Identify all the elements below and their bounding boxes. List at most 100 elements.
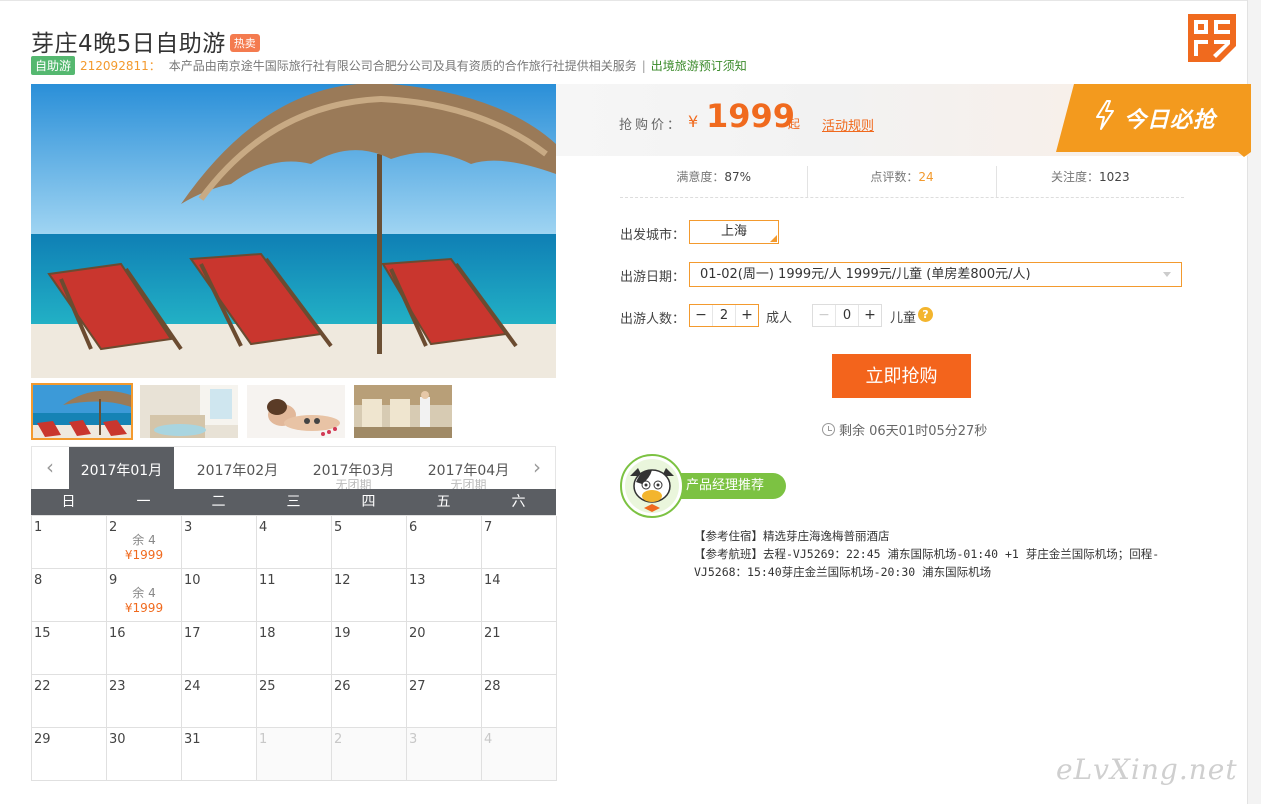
- day-number: 3: [184, 520, 193, 535]
- watermark: eLvXing.net: [1056, 753, 1238, 786]
- day-number: 24: [184, 679, 201, 694]
- day-number: 16: [109, 626, 126, 641]
- countdown: 剩余 06天01时05分27秒: [822, 420, 987, 439]
- calendar-day-cell: 18: [257, 622, 332, 675]
- tab-month-2017-03[interactable]: 2017年03月 无团期: [301, 447, 406, 492]
- satisfaction-value: 87%: [724, 170, 751, 184]
- countdown-text: 剩余 06天01时05分27秒: [839, 424, 988, 439]
- calendar-day-cell: 12: [332, 569, 407, 622]
- adults-unit: 成人: [766, 311, 793, 326]
- day-number: 15: [34, 626, 51, 641]
- children-minus-button[interactable]: −: [813, 305, 835, 326]
- calendar-day-cell: 2: [332, 728, 407, 781]
- reviews-stat[interactable]: 点评数：24: [808, 166, 997, 197]
- calendar-day-cell: 30: [107, 728, 182, 781]
- adults-count[interactable]: 2: [712, 305, 736, 326]
- departure-city-value: 上海: [720, 224, 747, 239]
- day-number: 1: [34, 520, 43, 535]
- day-price: ¥1999: [124, 548, 164, 562]
- thumbnail-beach[interactable]: [31, 383, 133, 440]
- day-number: 18: [259, 626, 276, 641]
- activity-rules-link[interactable]: 活动规则: [822, 115, 874, 134]
- pm-recommend-tag: 产品经理推荐: [676, 473, 786, 499]
- day-number: 13: [409, 573, 426, 588]
- day-number: 26: [334, 679, 351, 694]
- day-number: 6: [409, 520, 418, 535]
- satisfaction-label: 满意度：: [676, 170, 725, 184]
- calendar-day-cell[interactable]: 2余 4 ¥1999: [107, 516, 182, 569]
- weekday-label: 一: [136, 494, 151, 510]
- title-row: 芽庄4晚5日自助游 热卖: [31, 24, 260, 58]
- calendar-day-cell: 31: [182, 728, 257, 781]
- day-number: 10: [184, 573, 201, 588]
- day-number: 3: [409, 732, 418, 747]
- travel-date-select[interactable]: 01-02(周一) 1999元/人 1999元/儿童 (单房差800元/人): [689, 262, 1182, 287]
- day-number: 14: [484, 573, 501, 588]
- calendar-day-cell: 25: [257, 675, 332, 728]
- calendar-day-cell: 14: [482, 569, 557, 622]
- thumbnail-spa[interactable]: [245, 383, 347, 440]
- tour-type-badge: 自助游: [31, 56, 76, 75]
- calendar-day-cell: 3: [182, 516, 257, 569]
- thumbnail-gym[interactable]: [352, 383, 454, 440]
- adults-minus-button[interactable]: −: [690, 305, 712, 326]
- thumbnail-room[interactable]: [138, 383, 240, 440]
- cow-mascot-icon: [620, 454, 684, 518]
- reviews-value[interactable]: 24: [918, 170, 933, 184]
- hot-badge: 热卖: [229, 34, 260, 52]
- children-count[interactable]: 0: [835, 305, 859, 326]
- weekday-label: 六: [511, 494, 526, 510]
- month-tabs: ‹ 2017年01月 2017年02月 2017年03月 无团期 2017年04…: [31, 446, 556, 492]
- day-number: 30: [109, 732, 126, 747]
- travelers-label: 出游人数：: [620, 312, 686, 327]
- calendar-day-cell: 6: [407, 516, 482, 569]
- calendar-day-cell: 22: [32, 675, 107, 728]
- weekday-label: 日: [61, 494, 76, 510]
- day-number: 8: [34, 573, 43, 588]
- calendar-day-cell: 10: [182, 569, 257, 622]
- follows-stat: 关注度：1023: [997, 166, 1184, 197]
- day-number: 19: [334, 626, 351, 641]
- follows-label: 关注度：: [1051, 170, 1100, 184]
- follows-value: 1023: [1099, 170, 1130, 184]
- day-number: 23: [109, 679, 126, 694]
- chevron-down-icon: [1163, 272, 1171, 277]
- recommendation-text: 【参考住宿】精选芽庄海逸梅普丽酒店 【参考航班】去程-VJ5269：22:45 …: [694, 527, 1184, 581]
- calendar-day-cell: 3: [407, 728, 482, 781]
- currency-symbol: ¥: [688, 112, 699, 131]
- dropdown-corner-icon: [770, 235, 777, 242]
- day-number: 2: [334, 732, 343, 747]
- children-plus-button[interactable]: +: [859, 305, 881, 326]
- buy-now-button[interactable]: 立即抢购: [832, 354, 971, 398]
- prev-month-arrow-icon[interactable]: ‹: [40, 457, 60, 477]
- tab-month-2017-02[interactable]: 2017年02月: [185, 447, 290, 490]
- help-icon[interactable]: ?: [918, 307, 933, 322]
- tab-month-2017-04[interactable]: 2017年04月 无团期: [416, 447, 521, 492]
- provider-description: 本产品由南京途牛国际旅行社有限公司合肥分公司及具有资质的合作旅行社提供相关服务: [168, 59, 637, 73]
- calendar-day-cell: 4: [257, 516, 332, 569]
- brand-logo-icon: [1188, 14, 1236, 62]
- calendar-day-cell: 16: [107, 622, 182, 675]
- day-number: 29: [34, 732, 51, 747]
- weekday-header: 日 一 二 三 四 五 六: [31, 489, 556, 515]
- day-number: 1: [259, 732, 268, 747]
- departure-city-select[interactable]: 上海: [689, 220, 779, 244]
- next-month-arrow-icon[interactable]: ›: [527, 457, 547, 477]
- travel-date-value: 01-02(周一) 1999元/人 1999元/儿童 (单房差800元/人): [700, 267, 1031, 282]
- day-number: 5: [334, 520, 343, 535]
- day-number: 17: [184, 626, 201, 641]
- calendar-day-cell: 24: [182, 675, 257, 728]
- page-title: 芽庄4晚5日自助游: [31, 31, 226, 57]
- day-number: 12: [334, 573, 351, 588]
- price-label: 抢购价：: [619, 118, 684, 133]
- tab-month-2017-01[interactable]: 2017年01月: [69, 447, 174, 490]
- calendar-day-cell: 5: [332, 516, 407, 569]
- calendar-day-cell: 27: [407, 675, 482, 728]
- calendar-day-cell[interactable]: 9余 4 ¥1999: [107, 569, 182, 622]
- booking-notice-link[interactable]: 出境旅游预订须知: [651, 57, 747, 74]
- month-label: 2017年01月: [80, 463, 163, 479]
- clock-icon: [822, 423, 835, 436]
- remaining-seats: 余 4: [132, 586, 156, 600]
- separator: |: [641, 58, 646, 73]
- adults-plus-button[interactable]: +: [736, 305, 758, 326]
